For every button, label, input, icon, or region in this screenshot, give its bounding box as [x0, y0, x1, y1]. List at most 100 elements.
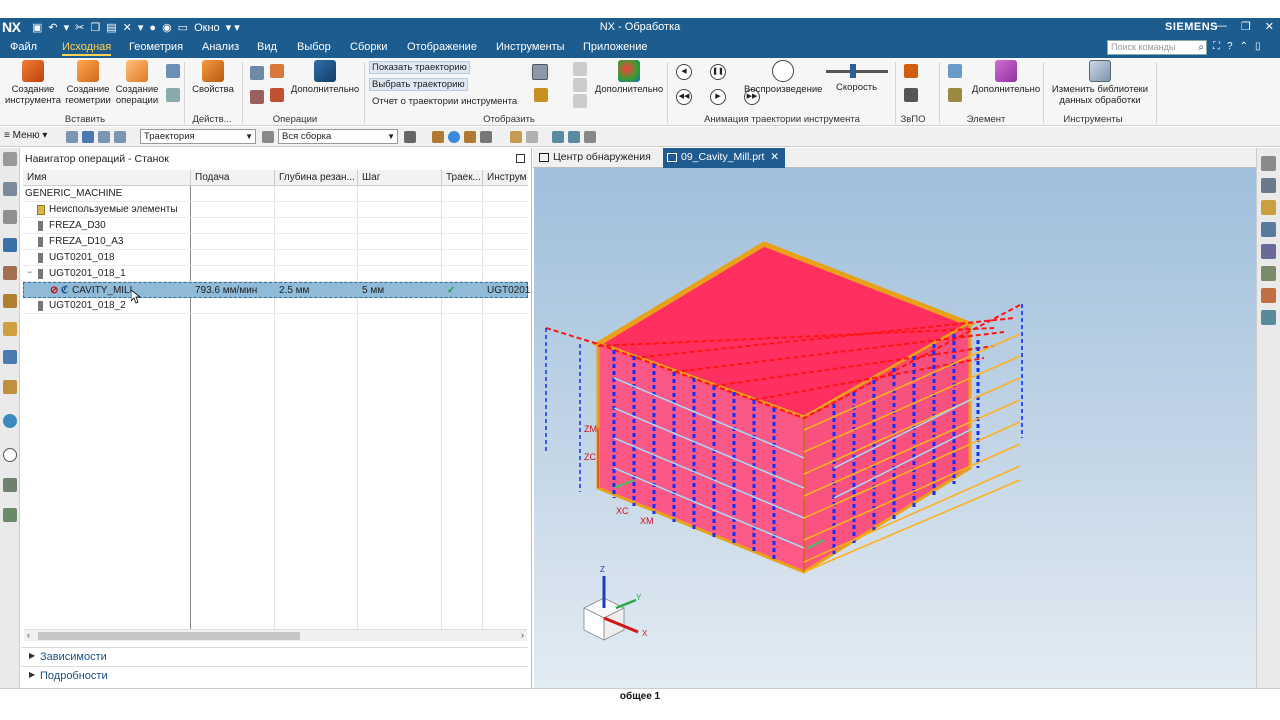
menu-select[interactable]: Выбор [297, 41, 331, 53]
scrollbar-thumb[interactable] [38, 632, 300, 640]
navigator-horizontal-scrollbar[interactable]: ‹ › [24, 629, 527, 641]
assembly-navigator-icon[interactable] [3, 210, 17, 224]
column-depth[interactable]: Глубина резан... [279, 172, 355, 183]
playback-button[interactable]: Воспроизведение [744, 60, 822, 95]
table-row[interactable]: FREZA_D10_A3 [23, 234, 528, 250]
close-icon[interactable]: ✕ [1265, 20, 1274, 33]
column-feed[interactable]: Подача [195, 172, 229, 183]
system-materials-icon[interactable] [3, 478, 17, 492]
tab-part-file[interactable]: 09_Cavity_Mill.prt ✕ [663, 148, 786, 168]
history-icon[interactable] [3, 448, 17, 462]
vpo-icon-2[interactable] [904, 88, 918, 102]
create-operation-button[interactable]: Создание операции [114, 60, 160, 106]
tab-discovery-center[interactable]: Центр обнаружения [535, 148, 657, 168]
snap-icon-7[interactable] [526, 131, 538, 143]
type-filter-select[interactable]: Траектория ▼ [140, 129, 256, 144]
column-tool[interactable]: Инструм [487, 172, 527, 183]
change-libraries-button[interactable]: Изменить библиотеки данных обработки [1050, 60, 1150, 106]
table-row[interactable]: UGT0201_018_2 [23, 298, 528, 314]
dependencies-panel[interactable]: ▶ Зависимости [21, 647, 528, 666]
filter-icon-2[interactable] [82, 131, 94, 143]
web-browser-icon[interactable] [3, 380, 17, 394]
step-back-icon[interactable]: ◀ [676, 64, 692, 80]
filter-icon-1[interactable] [66, 131, 78, 143]
snap-icon-4[interactable] [464, 131, 476, 143]
right-tool-icon-2[interactable] [1261, 178, 1276, 193]
menu-home[interactable]: Исходная [62, 41, 112, 56]
table-row-selected[interactable]: ⊘ ℭ CAVITY_MILL 793.6 мм/мин 2.5 мм 5 мм… [23, 282, 530, 298]
play-small-icon[interactable]: ▶ [710, 89, 726, 105]
filter-funnel-icon[interactable] [262, 131, 274, 143]
snap-icon-2[interactable] [432, 131, 444, 143]
details-panel[interactable]: ▶ Подробности [21, 666, 528, 685]
scroll-right-icon[interactable]: › [521, 630, 524, 640]
table-row[interactable]: GENERIC_MACHINE [23, 186, 528, 202]
command-search-input[interactable]: Поиск команды ⌕ [1107, 40, 1207, 55]
op-postprocess-icon[interactable] [250, 90, 264, 104]
filter-icon-3[interactable] [98, 131, 110, 143]
menu-analysis[interactable]: Анализ [202, 41, 239, 53]
pause-icon[interactable]: ❚❚ [710, 64, 726, 80]
hd3d-tools-icon[interactable] [3, 350, 17, 364]
snap-icon-5[interactable] [480, 131, 492, 143]
expand-icon[interactable]: ▶ [29, 651, 35, 660]
element-icon-1[interactable] [948, 64, 962, 78]
properties-button[interactable]: Свойства [190, 60, 236, 95]
feature-navigator-icon[interactable] [3, 294, 17, 308]
right-tool-icon-7[interactable] [1261, 288, 1276, 303]
path-tool-icon[interactable] [534, 88, 548, 102]
ribbon-options-icon[interactable]: ▯ [1255, 41, 1261, 52]
show-path-button[interactable]: Показать траекторию [369, 61, 470, 74]
reuse-library-icon[interactable] [3, 322, 17, 336]
maximize-icon[interactable] [516, 154, 525, 163]
display-more-button[interactable]: Дополнительно [594, 60, 664, 95]
right-tool-icon-5[interactable] [1261, 244, 1276, 259]
op-shop-doc-icon[interactable] [270, 88, 284, 102]
view-icon-3[interactable] [584, 131, 596, 143]
settings-gear-icon[interactable] [3, 152, 17, 166]
op-generate-icon[interactable] [250, 66, 264, 80]
table-row[interactable]: Неиспользуемые элементы [23, 202, 528, 218]
insert-list-icon[interactable] [166, 88, 180, 102]
create-geometry-button[interactable]: Создание геометрии [62, 60, 114, 106]
right-tool-icon-8[interactable] [1261, 310, 1276, 325]
prev-op-icon[interactable]: ◀◀ [676, 89, 692, 105]
palette-icon[interactable] [3, 414, 17, 428]
menu-display[interactable]: Отображение [407, 41, 477, 53]
part-navigator-icon[interactable] [3, 182, 17, 196]
path-mid-icon[interactable] [573, 78, 587, 92]
menu-view[interactable]: Вид [257, 41, 277, 53]
create-tool-button[interactable]: Создание инструмента [4, 60, 62, 106]
help-icon[interactable]: ? [1227, 41, 1233, 52]
table-row[interactable]: FREZA_D30 [23, 218, 528, 234]
element-more-button[interactable]: Дополнительно [970, 60, 1042, 95]
path-down-icon[interactable] [573, 94, 587, 108]
view-triad[interactable]: Z Y X [583, 565, 648, 641]
view-icon-1[interactable] [552, 131, 564, 143]
menu-assemblies[interactable]: Сборки [350, 41, 387, 53]
speed-slider-handle[interactable] [850, 64, 856, 78]
cam-model-view[interactable]: ZM ZC XC XM Z Y X [534, 168, 1256, 688]
snap-icon-3[interactable] [448, 131, 460, 143]
right-tool-icon-6[interactable] [1261, 266, 1276, 281]
menu-button[interactable]: ≡ Меню ▾ [4, 130, 47, 141]
expand-icon[interactable]: ▶ [29, 670, 35, 679]
graphics-window[interactable]: ZM ZC XC XM Z Y X [534, 168, 1256, 688]
filter-icon-4[interactable] [114, 131, 126, 143]
path-report-button[interactable]: Отчет о траектории инструмента [372, 96, 517, 107]
op-verify-icon[interactable] [270, 64, 284, 78]
collapse-ribbon-icon[interactable]: ⌃ [1240, 41, 1248, 52]
path-display-icon[interactable] [532, 64, 548, 80]
menu-file[interactable]: Файл [10, 41, 37, 53]
menu-application[interactable]: Приложение [583, 41, 648, 53]
vpo-icon-1[interactable] [904, 64, 918, 78]
restore-icon[interactable]: ❐ [1241, 20, 1251, 33]
menu-tools[interactable]: Инструменты [496, 41, 565, 53]
right-tool-icon-3[interactable] [1261, 200, 1276, 215]
column-step[interactable]: Шаг [362, 172, 380, 183]
snap-icon-6[interactable] [510, 131, 522, 143]
column-name[interactable]: Имя [27, 172, 46, 183]
assembly-filter-select[interactable]: Вся сборка ▼ [278, 129, 398, 144]
insert-extra-icon[interactable] [166, 64, 180, 78]
process-studio-icon[interactable] [3, 508, 17, 522]
